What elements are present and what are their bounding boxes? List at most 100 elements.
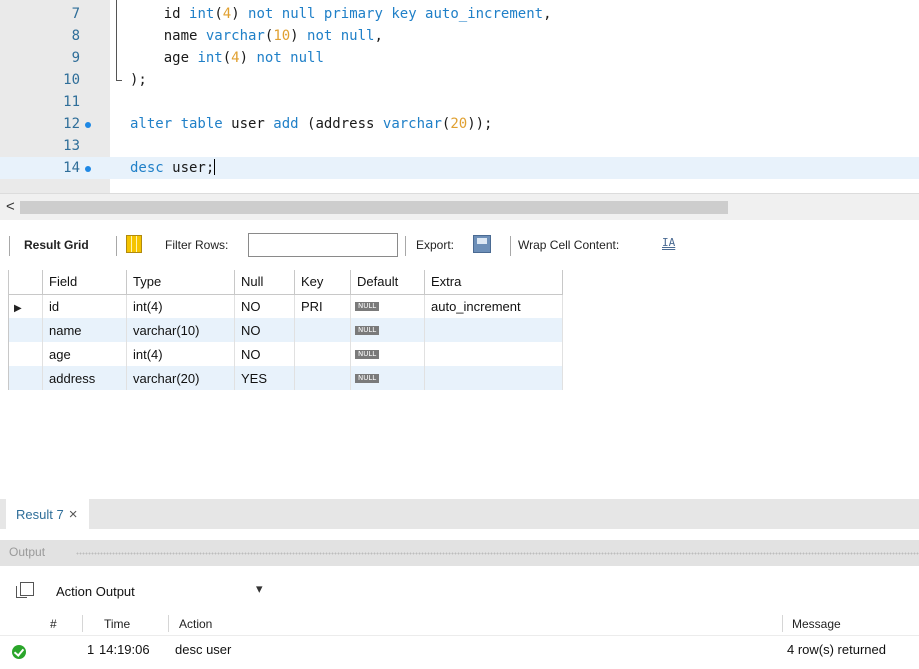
editor-line[interactable]: 10);	[0, 69, 919, 91]
row-selector[interactable]	[8, 366, 43, 390]
export-save-icon[interactable]	[473, 235, 491, 253]
output-type-value[interactable]: Action Output	[56, 584, 135, 599]
horizontal-scrollbar[interactable]: <	[0, 193, 919, 220]
output-row-num: 1	[87, 642, 95, 657]
code-token: ,	[543, 6, 552, 22]
editor-line[interactable]: 13	[0, 135, 919, 157]
cell-key[interactable]: PRI	[294, 294, 351, 318]
table-row[interactable]: address varchar(20) YES NULL	[8, 366, 563, 390]
table-row[interactable]: ▶ id int(4) NO PRI NULL auto_increment	[8, 294, 563, 318]
header-divider	[82, 615, 83, 632]
statement-marker-icon[interactable]	[85, 122, 91, 128]
close-icon[interactable]: ×	[69, 506, 78, 523]
row-selector[interactable]	[8, 342, 43, 366]
code-token: varchar	[205, 28, 265, 44]
cell-field[interactable]: name	[42, 318, 127, 342]
cell-extra[interactable]: auto_increment	[424, 294, 563, 318]
column-header-field[interactable]: Field	[42, 270, 127, 295]
sql-editor[interactable]: 7 id int(4) not null primary key auto_in…	[0, 0, 919, 193]
cell-null[interactable]: NO	[234, 294, 295, 318]
result-tab-label[interactable]: Result 7	[16, 507, 64, 522]
code-token: id	[130, 6, 190, 22]
code-text[interactable]: age int(4) not null	[130, 47, 324, 69]
cell-extra[interactable]	[424, 342, 563, 366]
table-row[interactable]: name varchar(10) NO NULL	[8, 318, 563, 342]
result-tab[interactable]: Result 7 ×	[6, 499, 90, 529]
result-grid[interactable]: Field Type Null Key Default Extra ▶ id int…	[8, 270, 563, 390]
column-header-extra[interactable]: Extra	[424, 270, 563, 295]
cell-default[interactable]: NULL	[350, 318, 425, 342]
cell-key[interactable]	[294, 342, 351, 366]
scroll-left-arrow-icon[interactable]: <	[6, 198, 15, 215]
output-panel-header: Output	[0, 540, 919, 566]
column-header-null[interactable]: Null	[234, 270, 295, 295]
cell-field[interactable]: age	[42, 342, 127, 366]
output-header-num[interactable]: #	[50, 617, 57, 631]
cell-extra[interactable]	[424, 318, 563, 342]
result-grid-tab[interactable]: Result Grid	[24, 238, 89, 252]
code-token: desc	[130, 160, 164, 176]
filter-rows-input[interactable]	[248, 233, 398, 257]
code-token: )	[239, 50, 257, 66]
grid-body[interactable]: ▶ id int(4) NO PRI NULL auto_increment name varc…	[8, 294, 563, 390]
editor-line[interactable]: 11	[0, 91, 919, 113]
line-number: 10	[63, 72, 80, 88]
cell-null[interactable]: YES	[234, 366, 295, 390]
editor-line[interactable]: 14 desc user;	[0, 157, 919, 179]
cell-default[interactable]: NULL	[350, 342, 425, 366]
output-dotted-rule	[76, 552, 919, 555]
editor-line[interactable]: 7 id int(4) not null primary key auto_in…	[0, 3, 919, 25]
column-header-default[interactable]: Default	[350, 270, 425, 295]
line-number: 12	[63, 116, 80, 132]
code-text[interactable]: id int(4) not null primary key auto_incr…	[130, 3, 552, 25]
row-selector[interactable]: ▶	[8, 294, 43, 318]
cell-null[interactable]: NO	[234, 318, 295, 342]
code-text[interactable]: );	[130, 69, 147, 91]
cell-type[interactable]: varchar(20)	[126, 366, 235, 390]
statement-marker-icon[interactable]	[85, 166, 91, 172]
output-header-action[interactable]: Action	[179, 617, 212, 631]
cell-field[interactable]: id	[42, 294, 127, 318]
row-selector[interactable]	[8, 318, 43, 342]
toolbar-divider	[116, 236, 117, 256]
editor-line[interactable]: 9 age int(4) not null	[0, 47, 919, 69]
column-header-key[interactable]: Key	[294, 270, 351, 295]
cell-null[interactable]: NO	[234, 342, 295, 366]
code-text[interactable]: desc user;	[130, 157, 216, 179]
code-token: );	[130, 72, 147, 88]
toolbar-divider	[9, 236, 10, 256]
output-header-message[interactable]: Message	[792, 617, 841, 631]
cell-type[interactable]: varchar(10)	[126, 318, 235, 342]
cell-field[interactable]: address	[42, 366, 127, 390]
chevron-down-icon[interactable]: ▾	[256, 581, 263, 597]
code-token: alter table	[130, 116, 223, 132]
toolbar-divider	[510, 236, 511, 256]
cell-key[interactable]	[294, 366, 351, 390]
editor-line[interactable]: 8 name varchar(10) not null,	[0, 25, 919, 47]
output-row-message: 4 row(s) returned	[787, 642, 886, 657]
copy-icon[interactable]	[16, 582, 34, 598]
cell-extra[interactable]	[424, 366, 563, 390]
cell-type[interactable]: int(4)	[126, 342, 235, 366]
code-token: 4	[222, 6, 232, 22]
editor-line[interactable]: 12 alter table user add (address varchar(…	[0, 113, 919, 135]
cell-type[interactable]: int(4)	[126, 294, 235, 318]
cell-default[interactable]: NULL	[350, 294, 425, 318]
code-token: add	[273, 116, 299, 132]
header-divider	[168, 615, 169, 632]
code-text[interactable]: name varchar(10) not null,	[130, 25, 383, 47]
code-text[interactable]: alter table user add (address varchar(20…	[130, 113, 493, 135]
cell-default[interactable]: NULL	[350, 366, 425, 390]
code-token: not null	[307, 28, 375, 44]
wrap-cell-content-icon[interactable]: IA	[662, 236, 675, 249]
scrollbar-thumb[interactable]	[20, 201, 728, 214]
result-toolbar: Result Grid Filter Rows: Export: Wrap Ce…	[0, 230, 919, 262]
grid-view-icon[interactable]	[126, 235, 142, 253]
line-number: 13	[63, 138, 80, 154]
output-header-time[interactable]: Time	[104, 617, 130, 631]
output-type-select[interactable]: Action Output ▾	[50, 578, 275, 604]
cell-key[interactable]	[294, 318, 351, 342]
output-row[interactable]: 1 14:19:06 desc user 4 row(s) returned	[0, 637, 919, 663]
table-row[interactable]: age int(4) NO NULL	[8, 342, 563, 366]
column-header-type[interactable]: Type	[126, 270, 235, 295]
